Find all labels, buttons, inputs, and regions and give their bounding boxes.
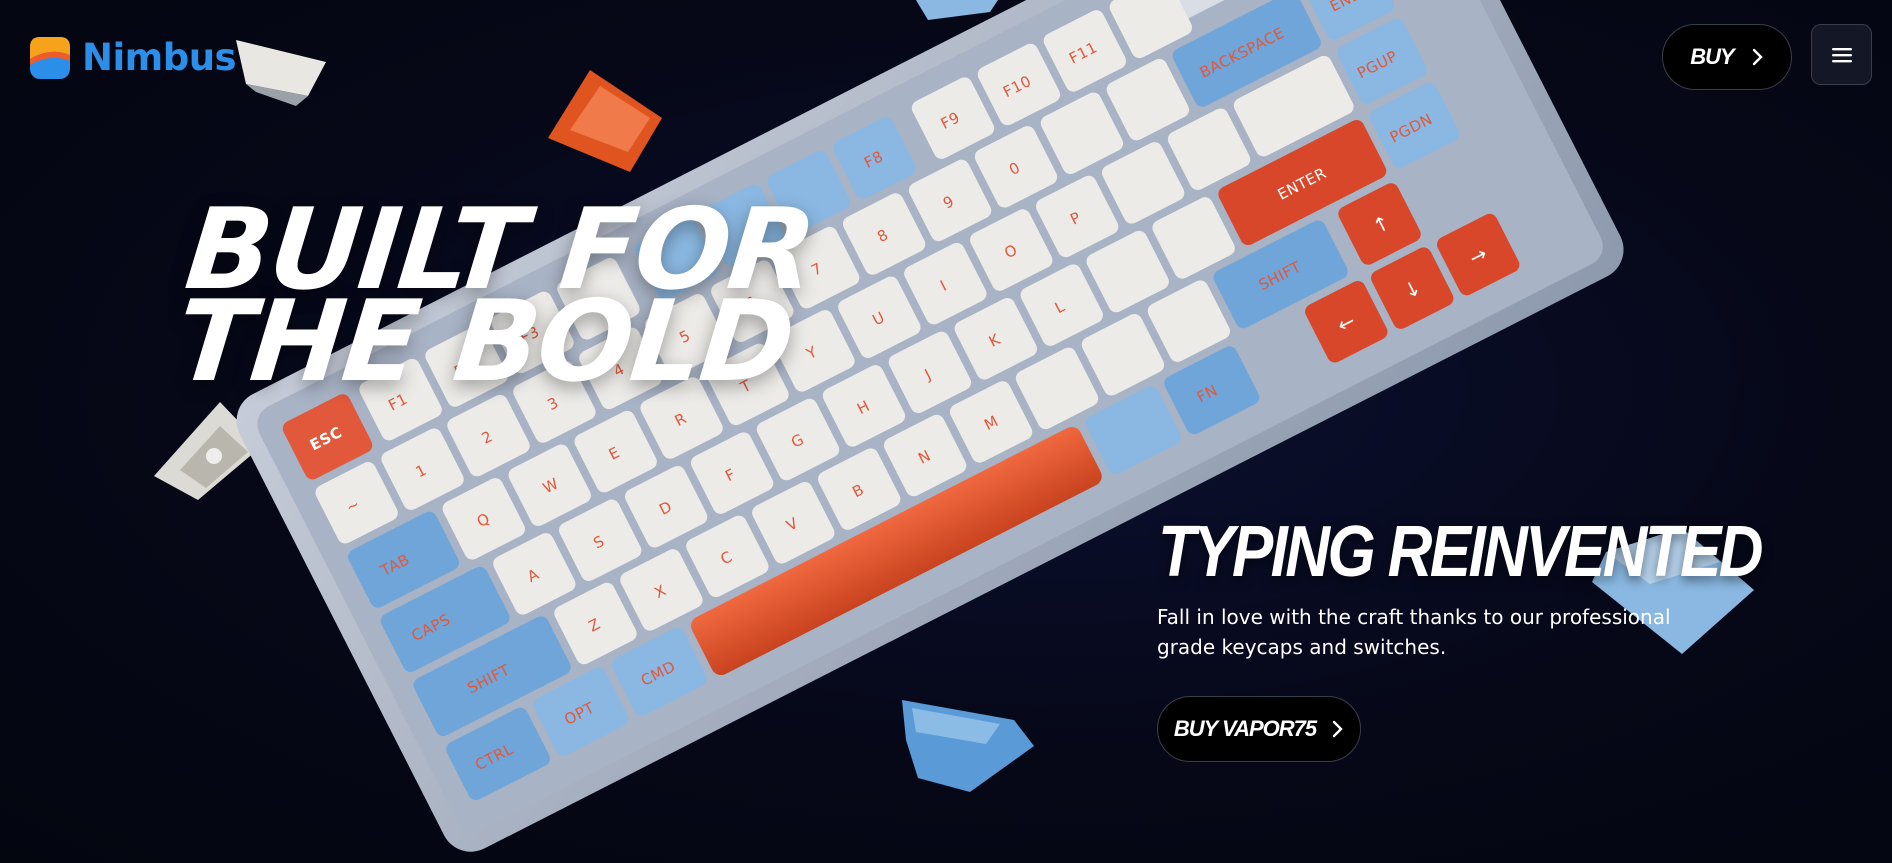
floating-keycap-blue-bottom: [902, 700, 1034, 792]
cta-label: BUY VAPOR75: [1173, 716, 1317, 741]
menu-button[interactable]: [1811, 24, 1872, 85]
feature-title: TYPING REINVENTED: [1158, 512, 1764, 592]
header-buy-label: BUY: [1690, 44, 1734, 69]
nimbus-logo-icon: [30, 36, 70, 79]
floating-keycap-blue-top: [916, 0, 998, 20]
chevron-right-icon: [1332, 720, 1343, 738]
page: 2 ESC F1 F2 F3 F8 F9: [0, 0, 1892, 863]
hamburger-menu-icon: [1831, 47, 1852, 62]
header-buy-button[interactable]: BUY: [1662, 24, 1792, 90]
hero-title-line2: THE BOLD: [170, 277, 799, 407]
buy-vapor75-button[interactable]: BUY VAPOR75: [1157, 696, 1361, 762]
nimbus-logo[interactable]: Nimbus: [30, 36, 237, 79]
feature-description: Fall in love with the craft thanks to ou…: [1157, 605, 1671, 659]
hero-title: BUILT FOR THE BOLD: [170, 185, 911, 407]
floating-keycap-white-top: [236, 40, 326, 106]
chevron-right-icon: [1752, 48, 1763, 66]
logo-text: Nimbus: [82, 36, 237, 79]
keyboard-hero-image: 2 ESC F1 F2 F3 F8 F9: [154, 0, 1754, 852]
floating-keycap-orange: [548, 70, 662, 172]
